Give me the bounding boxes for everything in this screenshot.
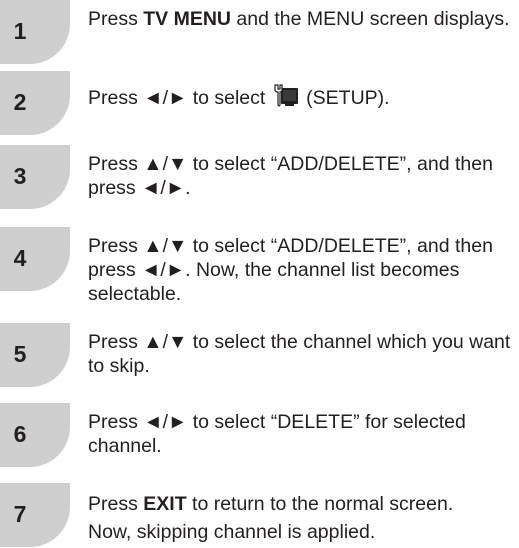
- step-text-post: to return to the normal screen.: [186, 493, 454, 515]
- step-text: Press ▲/▼ to select “ADD/DELETE”, and th…: [88, 235, 493, 305]
- step-number: 4: [13, 245, 27, 271]
- step-text-post: and the MENU screen displays.: [231, 8, 510, 30]
- step-number: 6: [13, 421, 27, 447]
- step-text: Press ▲/▼ to select “ADD/DELETE”, and th…: [88, 153, 493, 199]
- step-text: Press TV MENU and the MENU screen displa…: [88, 7, 519, 31]
- setup-icon: [272, 83, 300, 109]
- step-text: Press ▲/▼ to select the channel which yo…: [88, 331, 511, 377]
- key-name-exit: EXIT: [143, 493, 187, 515]
- step-number: 3: [13, 163, 27, 189]
- step-text-pre: Press: [88, 493, 144, 515]
- step-number: 1: [13, 18, 27, 44]
- step-text: Press EXIT to return to the normal scree…: [88, 490, 519, 546]
- step-text-pre: Press: [88, 8, 144, 30]
- step-number: 2: [13, 89, 27, 115]
- step-text-post: (SETUP).: [300, 87, 390, 109]
- step-text: Press ◄/► to select “DELETE” for selecte…: [88, 411, 466, 457]
- step-text-pre: Press ◄/► to select: [88, 87, 271, 109]
- step-number: 7: [13, 501, 27, 527]
- key-name-tv-menu: TV MENU: [143, 8, 232, 30]
- step-text: Press ◄/► to select (SETUP).: [88, 83, 519, 110]
- step-number: 5: [13, 341, 27, 367]
- step-text-line2: Now, skipping channel is applied.: [88, 521, 376, 543]
